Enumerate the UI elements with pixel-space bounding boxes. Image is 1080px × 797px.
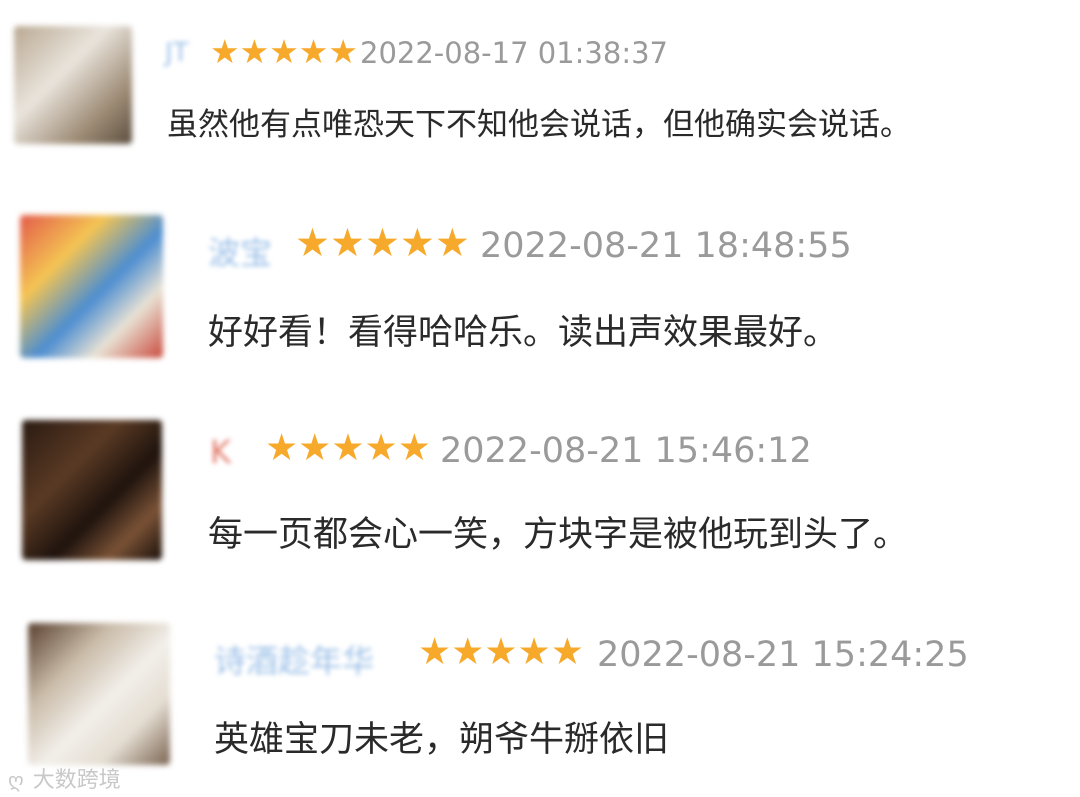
watermark-text: 大数跨境 xyxy=(32,768,121,793)
star-rating: ★ ★ ★ ★ ★ xyxy=(418,633,584,670)
star-icon: ★ xyxy=(295,221,330,266)
star-icon: ★ xyxy=(399,221,435,266)
star-icon: ★ xyxy=(210,32,240,71)
star-icon: ★ xyxy=(550,630,584,673)
timestamp: 2022-08-17 01:38:37 xyxy=(360,36,668,70)
star-icon: ★ xyxy=(328,32,358,71)
star-icon: ★ xyxy=(364,426,398,469)
star-icon: ★ xyxy=(265,426,299,469)
username[interactable]: K xyxy=(210,433,231,471)
star-icon: ★ xyxy=(418,630,452,673)
username[interactable]: 波宝 xyxy=(208,228,272,274)
star-rating: ★ ★ ★ ★ ★ xyxy=(265,429,431,466)
avatar[interactable] xyxy=(28,623,170,765)
username[interactable]: JT xyxy=(165,38,189,68)
watermark: ღ 大数跨境 xyxy=(8,762,121,794)
timestamp: 2022-08-21 15:46:12 xyxy=(440,431,812,471)
weibo-icon: ღ xyxy=(8,768,24,792)
star-icon: ★ xyxy=(434,221,470,266)
avatar[interactable] xyxy=(20,215,163,358)
star-icon: ★ xyxy=(329,221,365,266)
star-icon: ★ xyxy=(364,221,400,266)
review-text: 英雄宝刀未老，朔爷牛掰依旧 xyxy=(214,720,670,760)
star-icon: ★ xyxy=(298,426,332,469)
star-icon: ★ xyxy=(239,32,270,71)
avatar[interactable] xyxy=(14,26,132,144)
review-text: 虽然他有点唯恐天下不知他会说话，但他确实会说话。 xyxy=(167,107,911,143)
review-text: 好好看！看得哈哈乐。读出声效果最好。 xyxy=(208,313,839,353)
review-text: 每一页都会心一笑，方块字是被他玩到头了。 xyxy=(208,515,909,555)
avatar[interactable] xyxy=(22,420,162,560)
timestamp: 2022-08-21 15:24:25 xyxy=(597,635,969,675)
username[interactable]: 诗酒趁年华 xyxy=(214,636,374,682)
star-rating: ★ ★ ★ ★ ★ xyxy=(210,35,358,68)
star-icon: ★ xyxy=(484,630,518,673)
timestamp: 2022-08-21 18:48:55 xyxy=(480,226,852,266)
star-icon: ★ xyxy=(331,426,365,469)
star-icon: ★ xyxy=(451,630,485,673)
star-icon: ★ xyxy=(298,32,329,71)
star-rating: ★ ★ ★ ★ ★ xyxy=(295,224,470,263)
star-icon: ★ xyxy=(397,426,431,469)
star-icon: ★ xyxy=(517,630,551,673)
star-icon: ★ xyxy=(269,32,299,71)
